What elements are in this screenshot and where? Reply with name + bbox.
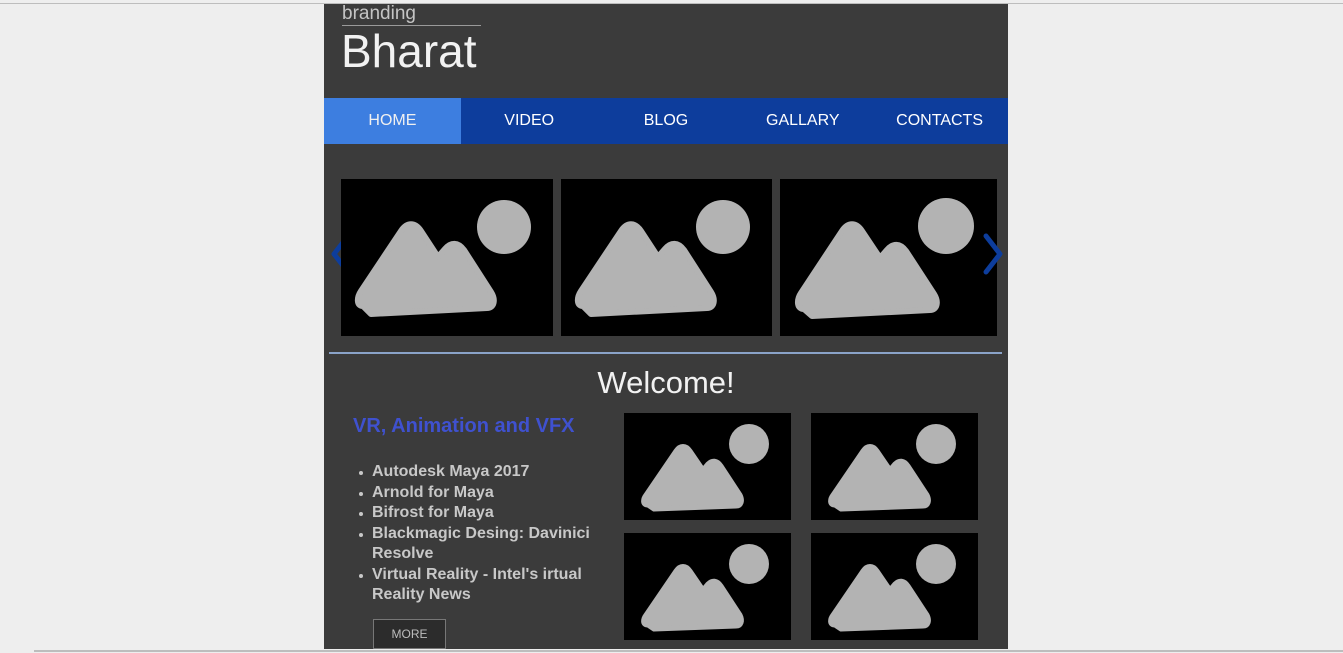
gallery-image-4[interactable] — [811, 533, 978, 640]
page-container: branding Bharat HOME VIDEO BLOG GALLARY … — [324, 4, 1008, 649]
main-navigation: HOME VIDEO BLOG GALLARY CONTACTS — [324, 98, 1008, 144]
gallery-image-3[interactable] — [624, 533, 791, 640]
image-placeholder-icon — [641, 544, 769, 632]
nav-contacts[interactable]: CONTACTS — [871, 98, 1008, 144]
nav-gallary[interactable]: GALLARY — [734, 98, 871, 144]
bottom-border-line — [34, 650, 1343, 652]
section-divider — [329, 352, 1002, 354]
image-placeholder-icon — [354, 200, 531, 317]
image-placeholder-icon — [641, 424, 769, 512]
topic-list: Autodesk Maya 2017 Arnold for Maya Bifro… — [359, 462, 612, 606]
list-item: Autodesk Maya 2017 — [359, 462, 612, 483]
image-placeholder-icon — [795, 198, 974, 319]
slider-image-2[interactable] — [561, 179, 772, 336]
more-button[interactable]: MORE — [373, 619, 446, 649]
section-heading: VR, Animation and VFX — [353, 415, 575, 437]
slider-image-1[interactable] — [341, 179, 553, 336]
list-item: Bifrost for Maya — [359, 503, 612, 524]
list-item: Virtual Reality - Intel's irtual Reality… — [359, 565, 612, 606]
welcome-heading: Welcome! — [597, 365, 735, 400]
nav-home[interactable]: HOME — [324, 98, 461, 144]
nav-blog[interactable]: BLOG — [598, 98, 735, 144]
nav-video[interactable]: VIDEO — [461, 98, 598, 144]
chevron-right-icon — [983, 233, 1003, 275]
image-placeholder-icon — [828, 424, 956, 512]
image-placeholder-icon — [574, 200, 750, 317]
list-item: Blackmagic Desing: Davinici Resolve — [359, 524, 612, 565]
slider-next-button[interactable] — [978, 232, 1008, 276]
branding-label: branding — [342, 4, 416, 24]
image-placeholder-icon — [828, 544, 956, 632]
site-title[interactable]: Bharat — [341, 26, 477, 76]
list-item: Arnold for Maya — [359, 483, 612, 504]
gallery-image-1[interactable] — [624, 413, 791, 520]
gallery-image-2[interactable] — [811, 413, 978, 520]
slider-image-3[interactable] — [780, 179, 997, 336]
